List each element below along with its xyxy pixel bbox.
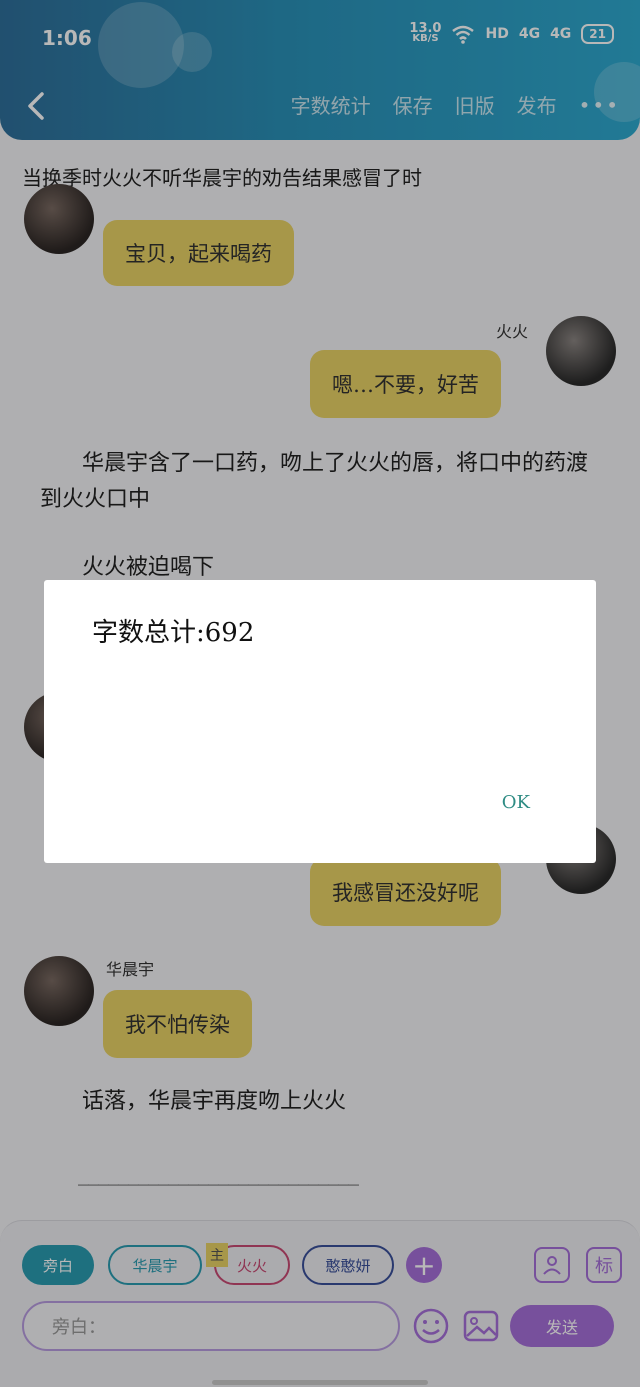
word-count-dialog: 字数总计:692 OK — [44, 580, 596, 863]
ok-button[interactable]: OK — [502, 792, 530, 813]
word-count-total: 字数总计:692 — [92, 618, 255, 648]
